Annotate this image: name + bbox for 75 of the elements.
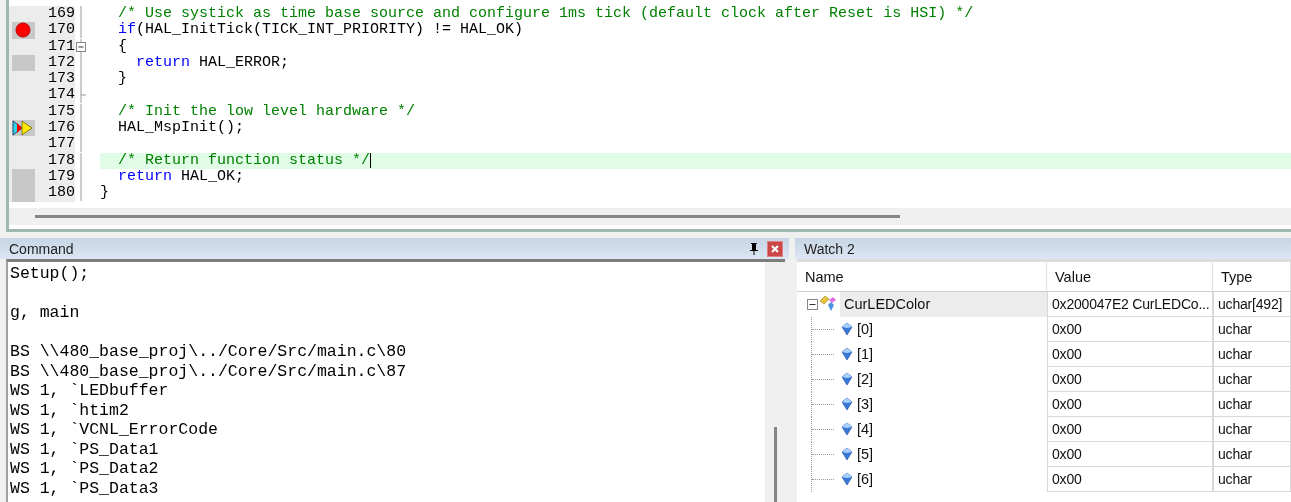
watch-name[interactable]: [0] (853, 316, 878, 342)
watch-type: uchar (1213, 442, 1291, 467)
horizontal-scrollbar[interactable] (9, 208, 1291, 225)
line-number: 169 (48, 6, 75, 23)
line-number: 180 (48, 185, 75, 202)
command-output-line: Setup(); (10, 264, 91, 284)
line-number: 178 (48, 152, 75, 169)
diamond-icon (841, 422, 853, 436)
command-output-line: WS 1, `VCNL_ErrorCode (10, 420, 219, 440)
watch-value: 0x200047E2 CurLEDCo... (1047, 292, 1213, 317)
command-output-line: WS 1, `PS_Data3 (10, 478, 160, 498)
watch-type: uchar (1213, 342, 1291, 367)
code-line: } (117, 71, 127, 88)
line-number: 173 (48, 71, 75, 88)
panel-title: Watch 2 (804, 240, 856, 257)
line-number: 176 (48, 120, 75, 137)
watch-type: uchar (1213, 317, 1291, 342)
line-number: 177 (48, 136, 75, 153)
line-number: 175 (48, 103, 75, 121)
panel-title: Command (9, 240, 75, 257)
command-output-line: WS 1, `PS_Data1 (10, 439, 160, 459)
diamond-icon (841, 347, 853, 361)
code-line: /* Return function status */ (117, 152, 372, 169)
pin-icon[interactable] (749, 241, 759, 256)
watch-name[interactable]: [2] (853, 366, 878, 392)
watch-name[interactable]: [1] (853, 341, 878, 367)
watch-name[interactable]: [6] (853, 466, 878, 492)
close-icon (771, 244, 779, 253)
line-number: 172 (48, 54, 75, 72)
line-number: 170 (48, 22, 75, 39)
watch-type: uchar (1213, 467, 1291, 492)
line-number: 171 (48, 38, 75, 55)
command-output-line: WS 1, `LEDbuffer (10, 381, 170, 401)
code-line: } (100, 185, 109, 202)
diamond-icon (841, 472, 853, 486)
diamond-icon (841, 372, 853, 386)
watch-value: 0x00 (1047, 442, 1213, 467)
column-header[interactable]: Type (1213, 262, 1291, 292)
code-line: if(HAL_InitTick(TICK_INT_PRIORITY) != HAL_OK) (117, 22, 524, 39)
watch-value: 0x00 (1047, 317, 1213, 342)
code-line: HAL_MspInit(); (117, 120, 245, 137)
watch-name[interactable]: [5] (853, 441, 878, 467)
diamond-icon (841, 447, 853, 461)
diamond-icon (841, 397, 853, 411)
code-line: { (117, 38, 127, 55)
watch-name[interactable]: CurLEDColor (840, 291, 1047, 317)
diamond-icon (841, 322, 853, 336)
code-editor[interactable] (6, 0, 1291, 232)
watch-name[interactable]: [4] (853, 416, 878, 442)
watch-name[interactable]: [3] (853, 391, 878, 417)
watch-type: uchar[492] (1213, 292, 1291, 317)
watch-value: 0x00 (1047, 467, 1213, 492)
watch-type: uchar (1213, 417, 1291, 442)
breakpoint-icon[interactable] (15, 22, 32, 39)
command-output-line: g, main (10, 303, 81, 323)
code-line: return HAL_ERROR; (135, 54, 290, 72)
command-output-line: BS \\480_base_proj\../Core/Src/main.c\87 (10, 361, 408, 381)
line-number: 174 (48, 87, 75, 104)
command-output-line: BS \\480_base_proj\../Core/Src/main.c\80 (10, 342, 408, 362)
watch-type: uchar (1213, 392, 1291, 417)
vertical-scrollbar[interactable] (765, 262, 785, 502)
command-output-line: WS 1, `htim2 (10, 400, 130, 420)
code-line: /* Use systick as time base source and configure 1ms tick (default clock after Reset is HSI) */ (117, 6, 974, 22)
command-output-line: WS 1, `PS_Data2 (10, 459, 160, 479)
watch-type: uchar (1213, 367, 1291, 392)
collapse-icon[interactable] (807, 298, 818, 310)
watch-value: 0x00 (1047, 342, 1213, 367)
watch-value: 0x00 (1047, 392, 1213, 417)
watch-value: 0x00 (1047, 417, 1213, 442)
column-header[interactable]: Value (1047, 262, 1213, 292)
close-button[interactable] (767, 240, 783, 257)
code-line: return HAL_OK; (117, 168, 245, 186)
line-number: 179 (48, 168, 75, 186)
code-line: /* Init the low level hardware */ (117, 103, 416, 120)
watch-value: 0x00 (1047, 367, 1213, 392)
